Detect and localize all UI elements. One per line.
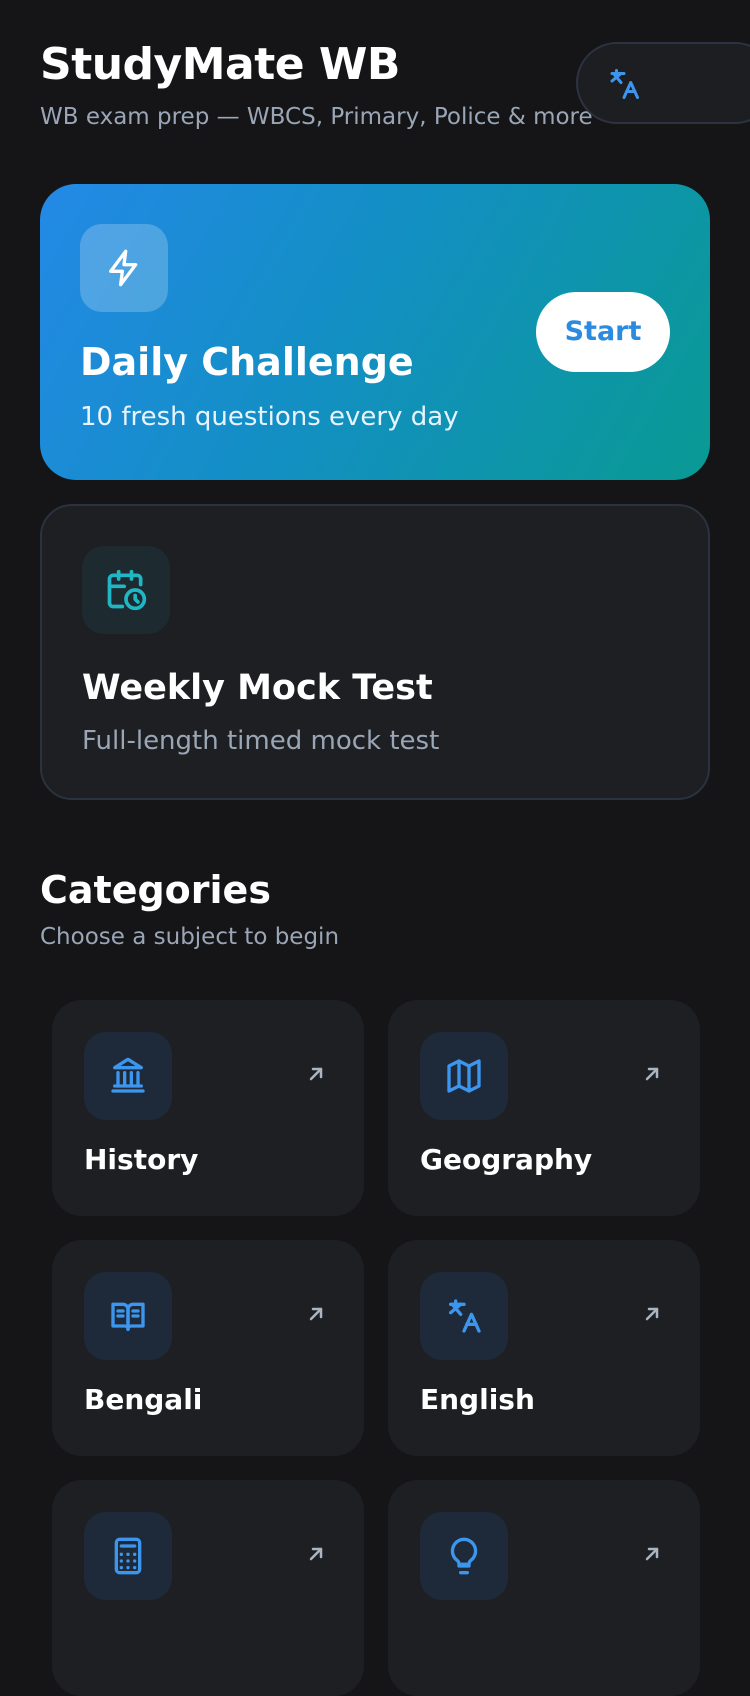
category-label: History: [84, 1143, 199, 1176]
map-icon: [447, 1059, 481, 1093]
categories-title: Categories: [40, 868, 271, 912]
category-icon-box: [84, 1032, 172, 1120]
translate-icon: [610, 69, 639, 99]
weekly-mock-icon-box: [82, 546, 170, 634]
daily-challenge-card[interactable]: Daily Challenge 10 fresh questions every…: [40, 184, 710, 480]
calculator-icon: [114, 1537, 142, 1575]
category-label: Bengali: [84, 1383, 203, 1416]
categories-header: Categories Choose a subject to begin: [40, 866, 339, 952]
daily-challenge-subtitle: 10 fresh questions every day: [80, 402, 459, 432]
category-card-math[interactable]: [52, 1480, 364, 1696]
category-card-geography[interactable]: Geography: [388, 1000, 700, 1216]
arrow-up-right-icon: [309, 1307, 323, 1321]
category-card-history[interactable]: History: [52, 1000, 364, 1216]
category-label: English: [420, 1383, 535, 1416]
daily-challenge-title: Daily Challenge: [80, 340, 414, 384]
calendar-clock-icon: [107, 569, 147, 611]
category-icon-box: [420, 1272, 508, 1360]
category-label: Geography: [420, 1143, 593, 1176]
category-card-english[interactable]: English: [388, 1240, 700, 1456]
arrow-up-right-icon: [309, 1547, 323, 1561]
weekly-mock-test-title: Weekly Mock Test: [82, 668, 433, 708]
language-toggle-button[interactable]: [576, 42, 750, 124]
weekly-mock-test-subtitle: Full-length timed mock test: [82, 726, 440, 756]
header: StudyMate WB WB exam prep — WBCS, Primar…: [40, 38, 600, 132]
arrow-up-right-icon: [645, 1307, 659, 1321]
start-button[interactable]: Start: [536, 292, 670, 372]
category-icon-box: [84, 1512, 172, 1600]
category-icon-box: [420, 1032, 508, 1120]
categories-subtitle: Choose a subject to begin: [40, 924, 340, 950]
category-card-reasoning[interactable]: [388, 1480, 700, 1696]
arrow-up-right-icon: [309, 1067, 323, 1081]
lightbulb-icon: [450, 1537, 478, 1575]
category-card-bengali[interactable]: Bengali: [52, 1240, 364, 1456]
arrow-up-right-icon: [645, 1067, 659, 1081]
app-subtitle: WB exam prep — WBCS, Primary, Police & m…: [40, 104, 593, 130]
arrow-up-right-icon: [645, 1547, 659, 1561]
daily-challenge-icon-box: [80, 224, 168, 312]
category-icon-box: [84, 1272, 172, 1360]
app-title: StudyMate WB: [40, 39, 400, 90]
book-open-icon: [111, 1302, 145, 1331]
translate-icon: [449, 1299, 481, 1333]
landmark-icon: [111, 1057, 145, 1093]
weekly-mock-test-card[interactable]: Weekly Mock Test Full-length timed mock …: [40, 504, 710, 800]
category-icon-box: [420, 1512, 508, 1600]
lightning-icon: [109, 249, 138, 287]
